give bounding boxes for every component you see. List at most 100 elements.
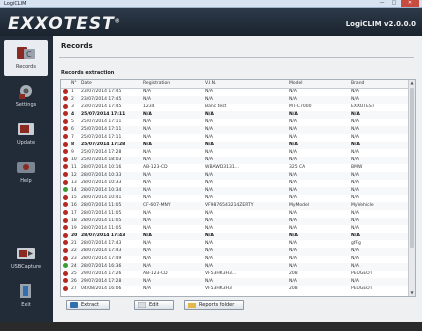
row-model: N/A bbox=[289, 180, 297, 186]
row-model: N/A bbox=[287, 278, 349, 286]
table-row[interactable]: 27 04/08/2014 16:06 N/A VF53HK3H3 208 PEUGEOT bbox=[61, 285, 409, 294]
status-error-icon bbox=[63, 194, 68, 200]
row-brand: N/A bbox=[349, 96, 409, 104]
usb-capture-icon bbox=[17, 248, 35, 259]
table-row[interactable]: 16 28/07/2014 11:05 CF-607-MNY VF9876543214… bbox=[61, 202, 409, 210]
table-row[interactable]: 17 28/07/2014 11:05 N/A N/A N/A N/A bbox=[61, 210, 409, 218]
sidebar: C Records Settings Update Help USBCaptur… bbox=[0, 36, 53, 322]
row-registration: N/A bbox=[143, 286, 151, 292]
scroll-thumb[interactable] bbox=[410, 88, 414, 248]
row-brand: N/A bbox=[349, 172, 409, 180]
row-number: 8 bbox=[69, 141, 79, 150]
row-date: 25/07/2014 17:11 bbox=[81, 134, 122, 140]
row-brand: N/A bbox=[349, 187, 409, 195]
row-model: MT-C7000 bbox=[289, 104, 312, 110]
table-scrollbar[interactable]: ▲ ▼ bbox=[408, 80, 415, 296]
column-header-model[interactable]: Model bbox=[287, 80, 349, 89]
row-date: 28/07/2014 17:49 bbox=[81, 256, 122, 262]
row-vin: VF53HK3H3 bbox=[205, 286, 232, 292]
table-row[interactable]: 23 28/07/2014 17:49 N/A N/A N/A N/A bbox=[61, 255, 409, 264]
sidebar-item-settings[interactable]: Settings bbox=[4, 78, 48, 114]
close-button[interactable]: ✕ bbox=[401, 0, 419, 7]
column-header-brand[interactable]: Brand bbox=[349, 80, 409, 89]
row-number: 1 bbox=[71, 89, 74, 94]
scroll-up-arrow[interactable]: ▲ bbox=[409, 80, 415, 86]
sidebar-item-update[interactable]: Update bbox=[4, 116, 48, 152]
reports-folder-button[interactable]: Reports folder bbox=[184, 300, 244, 310]
row-date: 23/07/2014 17:45 bbox=[79, 96, 141, 104]
row-model: N/A bbox=[287, 126, 349, 135]
table-row[interactable]: 7 25/07/2014 17:11 N/A N/A N/A N/A bbox=[61, 134, 409, 142]
table-row[interactable]: 15 28/07/2014 10:41 N/A N/A N/A N/A bbox=[61, 194, 409, 203]
table-row[interactable]: 10 25/07/2014 18:03 N/A N/A N/A N/A bbox=[61, 156, 409, 165]
table-row[interactable]: 14 28/07/2014 10:34 N/A N/A N/A N/A bbox=[61, 187, 409, 195]
sidebar-item-help[interactable]: Help bbox=[4, 154, 48, 190]
row-number: 27 bbox=[71, 286, 77, 292]
row-model: 325 CA bbox=[289, 164, 306, 170]
table-row[interactable]: 6 25/07/2014 17:11 N/A N/A N/A N/A bbox=[61, 126, 409, 135]
table-row[interactable]: 3 23/07/2014 17:45 1234 Banc test MT-C7000 EX… bbox=[61, 103, 409, 112]
column-header-date[interactable]: Date bbox=[79, 80, 141, 89]
table-row[interactable]: 13 28/07/2014 10:33 N/A N/A N/A N/A bbox=[61, 179, 409, 188]
row-date: 23/07/2014 17:45 bbox=[81, 89, 122, 94]
row-number: 18 bbox=[69, 217, 79, 226]
table-row[interactable]: 4 25/07/2014 17:11 N/A N/A N/A N/A bbox=[61, 111, 409, 119]
table-row[interactable]: 5 25/07/2014 17:11 N/A N/A N/A N/A bbox=[61, 118, 409, 127]
row-registration: N/A bbox=[141, 232, 203, 241]
extract-button-label: Extract bbox=[81, 302, 99, 308]
row-registration: N/A bbox=[143, 180, 151, 186]
row-brand: N/A bbox=[349, 278, 409, 286]
table-row[interactable]: 25 29/07/2014 17:26 AB-123-CD VF53HK3H3... 2… bbox=[61, 270, 409, 279]
table-row[interactable]: 26 29/07/2014 17:28 N/A N/A N/A N/A bbox=[61, 278, 409, 286]
app-header: EXXOTEST® LogiCLIM v2.0.0.0 bbox=[0, 8, 422, 36]
status-error-icon bbox=[63, 179, 68, 185]
table-row[interactable]: 20 28/07/2014 17:43 N/A N/A N/A N/A bbox=[61, 232, 409, 241]
row-brand: N/A bbox=[349, 263, 409, 271]
row-brand: N/A bbox=[351, 256, 359, 262]
row-registration: N/A bbox=[141, 111, 203, 119]
row-registration: N/A bbox=[141, 263, 203, 271]
sidebar-item-exit[interactable]: Exit bbox=[4, 278, 48, 314]
edit-button[interactable]: Edit bbox=[134, 300, 174, 310]
row-model: N/A bbox=[287, 232, 349, 241]
table-row[interactable]: 22 28/07/2014 17:43 N/A N/A N/A N/A bbox=[61, 247, 409, 256]
table-row[interactable]: 19 28/07/2014 11:05 N/A N/A N/A N/A bbox=[61, 225, 409, 233]
row-brand: N/A bbox=[349, 247, 409, 256]
row-vin: N/A bbox=[205, 149, 213, 155]
table-row[interactable]: 18 28/07/2014 11:05 N/A N/A N/A N/A bbox=[61, 217, 409, 226]
column-header-registration[interactable]: Registration bbox=[141, 80, 203, 89]
records-table[interactable]: N° Date Registration V.I.N. Model Brand … bbox=[60, 79, 416, 297]
row-vin: Banc test bbox=[205, 104, 227, 110]
row-registration: N/A bbox=[143, 210, 151, 216]
reports-folder-button-label: Reports folder bbox=[199, 302, 235, 308]
table-row[interactable]: 8 25/07/2014 17:28 N/A N/A N/A N/A bbox=[61, 141, 409, 150]
row-number: 24 bbox=[69, 263, 79, 271]
row-registration: N/A bbox=[141, 172, 203, 180]
row-date: 28/07/2014 10:16 bbox=[81, 164, 122, 170]
update-icon bbox=[18, 123, 34, 135]
row-brand: N/A bbox=[351, 210, 359, 216]
table-row[interactable]: 21 28/07/2014 17:43 N/A N/A N/A gfFg bbox=[61, 240, 409, 248]
table-row[interactable]: 11 28/07/2014 10:16 AB-123-CD WBAWD3131... 3… bbox=[61, 164, 409, 172]
status-ok-icon bbox=[63, 263, 68, 269]
sidebar-item-usbcapture[interactable]: USBCapture bbox=[4, 240, 48, 276]
row-status bbox=[61, 247, 69, 256]
sidebar-item-records[interactable]: C Records bbox=[4, 40, 48, 76]
scroll-down-arrow[interactable]: ▼ bbox=[409, 290, 415, 296]
row-model: N/A bbox=[287, 111, 349, 119]
table-row[interactable]: 24 28/07/2014 16:36 N/A N/A N/A N/A bbox=[61, 263, 409, 271]
table-row[interactable]: 12 28/07/2014 10:33 N/A N/A N/A N/A bbox=[61, 172, 409, 180]
row-registration: N/A bbox=[143, 240, 151, 246]
status-error-icon bbox=[63, 134, 68, 140]
row-status bbox=[61, 225, 69, 233]
table-row[interactable]: 2 23/07/2014 17:45 N/A N/A N/A N/A bbox=[61, 96, 409, 104]
column-header-vin[interactable]: V.I.N. bbox=[203, 80, 287, 89]
extract-button[interactable]: Extract bbox=[66, 300, 110, 310]
row-model: N/A bbox=[289, 210, 297, 216]
minimize-button[interactable]: — bbox=[376, 0, 388, 7]
status-error-icon bbox=[63, 278, 68, 284]
maximize-button[interactable]: □ bbox=[388, 0, 400, 7]
table-row[interactable]: 1 23/07/2014 17:45 N/A N/A N/A N/A bbox=[61, 88, 409, 96]
table-row[interactable]: 9 25/07/2014 17:28 N/A N/A N/A N/A bbox=[61, 149, 409, 157]
column-header-number[interactable]: N° bbox=[69, 80, 79, 89]
